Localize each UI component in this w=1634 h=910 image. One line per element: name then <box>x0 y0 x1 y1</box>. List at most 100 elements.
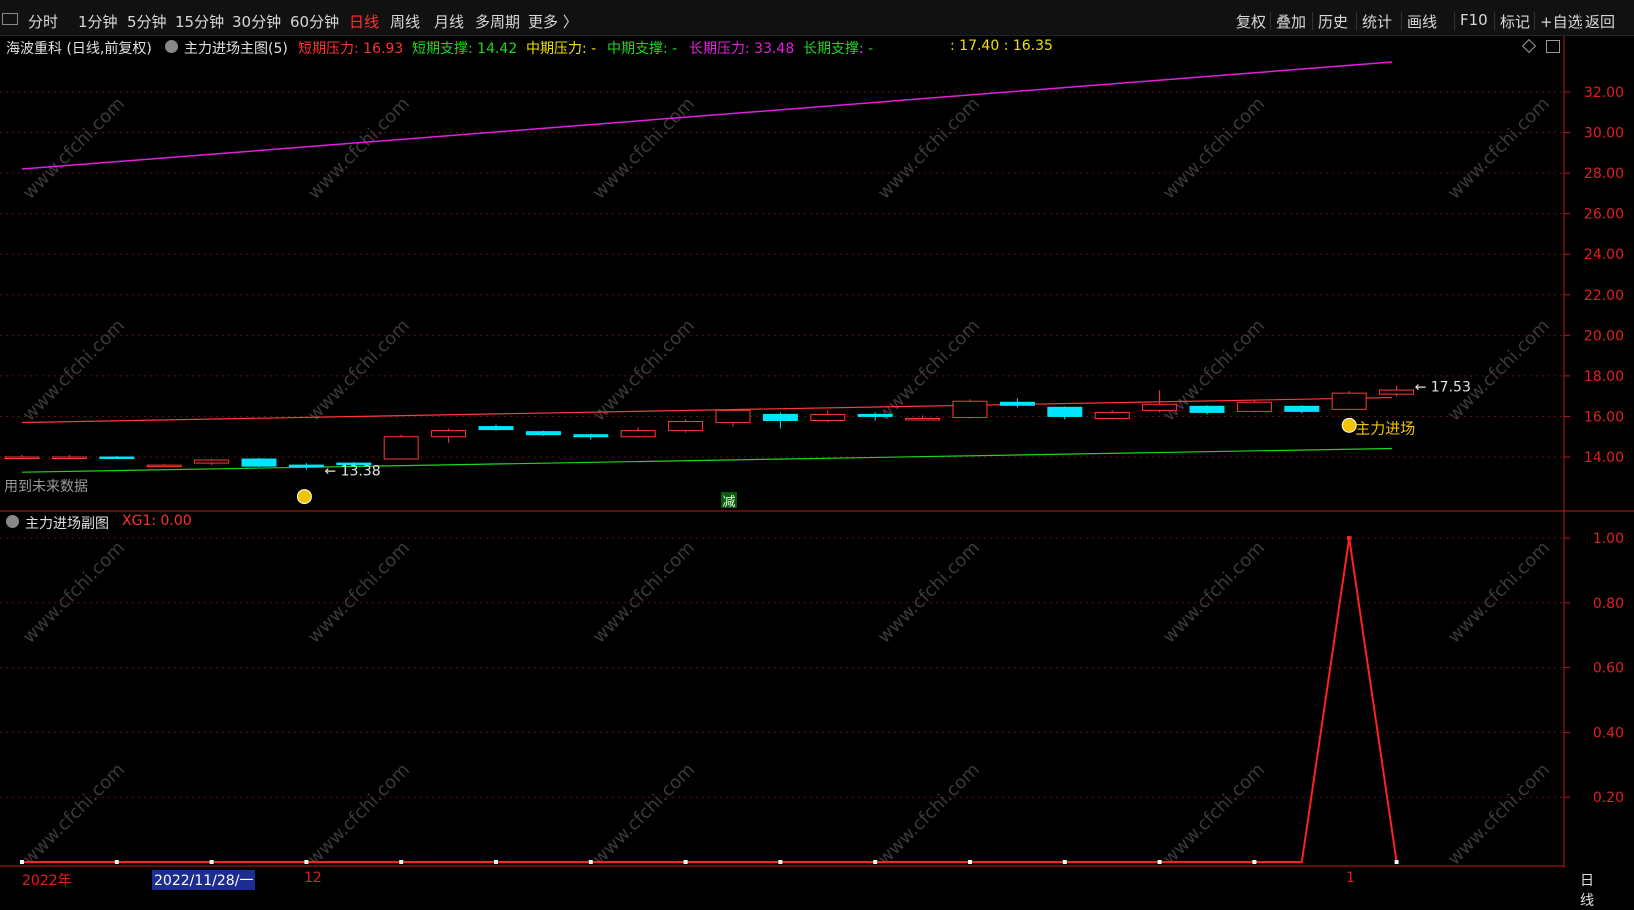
candle-body <box>288 464 324 468</box>
mid-support-value: 中期支撑: - <box>607 41 678 57</box>
price-label: 14.00 <box>1584 450 1624 466</box>
watermark-text: www.cfchi.com <box>1444 759 1554 869</box>
future-data-note: 用到未来数据 <box>4 479 88 495</box>
xg1-point <box>873 860 878 864</box>
period-5[interactable]: 60分钟 <box>290 11 339 32</box>
toolbar-btn-0[interactable]: 复权 <box>1236 11 1266 32</box>
candle-body <box>715 409 751 424</box>
toolbar-separator <box>1356 12 1357 30</box>
sub-label: 0.60 <box>1593 661 1624 677</box>
watermark-text: www.cfchi.com <box>1159 537 1269 647</box>
panel-icon[interactable] <box>1546 40 1560 53</box>
watermark-text: www.cfchi.com <box>874 93 984 203</box>
xg1-point <box>114 860 119 864</box>
toolbar-separator <box>1401 12 1402 30</box>
period-2[interactable]: 5分钟 <box>127 11 167 32</box>
toolbar-btn-5[interactable]: F10 <box>1460 11 1488 29</box>
watermark-text: www.cfchi.com <box>19 537 129 647</box>
period-6[interactable]: 日线 <box>349 11 379 32</box>
watermark-text: www.cfchi.com <box>589 759 699 869</box>
period-9[interactable]: 多周期 <box>475 11 520 32</box>
chart-canvas[interactable]: www.cfchi.com www.cfchi.com www.cfchi.com w… <box>0 36 1634 889</box>
toolbar-btn-7[interactable]: +自选 <box>1540 11 1583 32</box>
watermark-text: www.cfchi.com <box>1159 93 1269 203</box>
long-support-value: 长期支撑: - <box>803 41 874 57</box>
candle-body <box>99 456 135 459</box>
toolbar-btn-2[interactable]: 历史 <box>1318 11 1348 32</box>
long-pressure-line <box>21 61 1393 170</box>
watermark-text: www.cfchi.com <box>19 315 129 425</box>
toolbar-separator <box>1579 12 1580 30</box>
xg1-point <box>968 860 972 864</box>
candle-body <box>383 436 419 460</box>
sub-label: 1.00 <box>1593 531 1624 547</box>
date-axis-bar: 2022年 2022/11/28/一 12 1 日线 <box>0 868 1594 909</box>
sub-indicator-toggle-icon[interactable] <box>6 515 19 528</box>
xg1-point <box>209 860 214 864</box>
xg1-point <box>683 860 688 864</box>
candle-body <box>1284 405 1320 412</box>
toolbar-btn-1[interactable]: 叠加 <box>1276 11 1306 32</box>
price-label: 32.00 <box>1584 85 1624 101</box>
candle-body <box>668 421 704 432</box>
candle-body <box>905 417 941 421</box>
xg1-point <box>1062 860 1067 864</box>
candle-body <box>4 456 40 459</box>
window-icon[interactable] <box>2 13 18 25</box>
period-1[interactable]: 1分钟 <box>78 11 118 32</box>
candle-body <box>857 413 893 417</box>
xg1-peak-point <box>1347 536 1352 540</box>
xg1-point <box>20 860 24 864</box>
xg1-point <box>1394 860 1399 864</box>
candle-body <box>431 430 467 438</box>
toolbar-btn-4[interactable]: 画线 <box>1407 11 1437 32</box>
sub-label: 0.80 <box>1593 596 1624 612</box>
period-4[interactable]: 30分钟 <box>232 11 281 32</box>
period-0[interactable]: 分时 <box>28 11 58 32</box>
indicator-name[interactable]: 主力进场主图(5) <box>184 38 288 58</box>
watermark-text: www.cfchi.com <box>19 93 129 203</box>
sub-indicator-name[interactable]: 主力进场副图 <box>25 513 109 533</box>
price-label: 18.00 <box>1584 369 1624 385</box>
diamond-icon[interactable] <box>1521 38 1537 54</box>
watermark-text: www.cfchi.com <box>1444 537 1554 647</box>
xg1-point <box>588 860 593 864</box>
candle-body <box>1331 392 1367 410</box>
period-3[interactable]: 15分钟 <box>175 11 224 32</box>
candle-body <box>241 458 277 467</box>
xg1-point <box>1157 860 1162 864</box>
period-toolbar: 分时 1分钟 5分钟 15分钟 30分钟 60分钟 日线 周线 月线 多周期 更多 〉 复权 叠加 历史… <box>0 0 1634 36</box>
price-label: 26.00 <box>1584 207 1624 223</box>
period-10[interactable]: 更多 〉 <box>528 11 578 32</box>
toolbar-btn-3[interactable]: 统计 <box>1362 11 1392 32</box>
main-info-bar: 海波重科 (日线,前复权) 主力进场主图(5) 短期压力: 16.93 短期支撑… <box>0 36 1564 58</box>
toolbar-btn-8[interactable]: 返回 <box>1585 11 1615 32</box>
cursor-date: 2022/11/28/一 <box>152 870 256 890</box>
stock-title[interactable]: 海波重科 (日线,前复权) <box>6 38 152 58</box>
period-8[interactable]: 月线 <box>434 11 464 32</box>
indicator-toggle-icon[interactable] <box>165 40 178 53</box>
month-12-label: 12 <box>304 870 322 886</box>
xg1-point <box>494 860 498 864</box>
xg1-point <box>778 860 783 864</box>
month-1-label: 1 <box>1346 870 1355 886</box>
sub-label: 0.20 <box>1593 790 1624 806</box>
candle-body <box>1379 389 1415 395</box>
toolbar-separator <box>1270 12 1271 30</box>
watermark-text: www.cfchi.com <box>304 93 414 203</box>
candle-body <box>478 426 514 431</box>
candle-body <box>620 430 656 438</box>
candle-body <box>810 413 846 421</box>
watermark-text: www.cfchi.com <box>304 537 414 647</box>
candle-body <box>999 401 1035 406</box>
toolbar-btn-6[interactable]: 标记 <box>1500 11 1530 32</box>
extra-values: : 17.40 : 16.35 <box>950 38 1053 54</box>
watermark-text: www.cfchi.com <box>874 759 984 869</box>
xg1-value: XG1: 0.00 <box>122 513 192 529</box>
mid-pressure-value: 中期压力: - <box>526 41 597 57</box>
toolbar-separator <box>1454 12 1455 30</box>
period-7[interactable]: 周线 <box>390 11 420 32</box>
candle-body <box>762 413 798 421</box>
reduce-badge-text: 减 <box>722 495 735 510</box>
long-pressure-value: 长期压力: 33.48 <box>689 41 795 57</box>
